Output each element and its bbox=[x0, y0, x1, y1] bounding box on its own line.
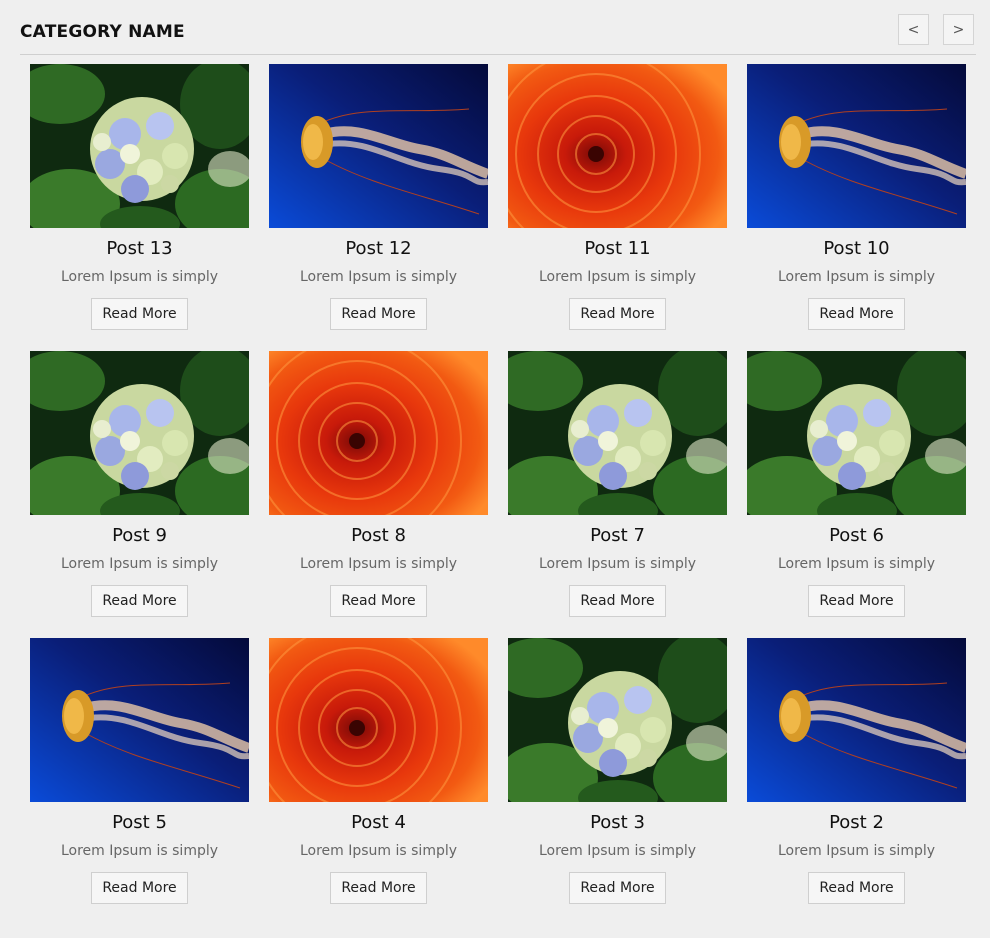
post-card: Post 11 Lorem Ipsum is simply Read More bbox=[508, 64, 727, 351]
post-excerpt: Lorem Ipsum is simply bbox=[538, 843, 697, 859]
post-excerpt: Lorem Ipsum is simply bbox=[777, 269, 936, 285]
post-excerpt: Lorem Ipsum is simply bbox=[299, 843, 458, 859]
read-more-button[interactable]: Read More bbox=[808, 872, 905, 904]
chrysanthemum-image[interactable] bbox=[508, 64, 727, 228]
read-more-button[interactable]: Read More bbox=[808, 585, 905, 617]
post-excerpt: Lorem Ipsum is simply bbox=[299, 556, 458, 572]
post-card: Post 5 Lorem Ipsum is simply Read More bbox=[30, 638, 249, 925]
post-excerpt: Lorem Ipsum is simply bbox=[538, 269, 697, 285]
post-excerpt: Lorem Ipsum is simply bbox=[60, 843, 219, 859]
post-title[interactable]: Post 13 bbox=[30, 238, 249, 260]
post-card: Post 10 Lorem Ipsum is simply Read More bbox=[747, 64, 966, 351]
post-title[interactable]: Post 6 bbox=[747, 525, 966, 547]
next-button[interactable]: > bbox=[943, 14, 974, 45]
post-title[interactable]: Post 9 bbox=[30, 525, 249, 547]
post-card: Post 13 Lorem Ipsum is simply Read More bbox=[30, 64, 249, 351]
chevron-left-icon: < bbox=[907, 21, 920, 38]
read-more-button[interactable]: Read More bbox=[91, 298, 188, 330]
post-card: Post 3 Lorem Ipsum is simply Read More bbox=[508, 638, 727, 925]
hydrangea-image[interactable] bbox=[747, 351, 966, 515]
read-more-button[interactable]: Read More bbox=[569, 298, 666, 330]
read-more-button[interactable]: Read More bbox=[569, 872, 666, 904]
hydrangea-image[interactable] bbox=[30, 351, 249, 515]
post-card: Post 4 Lorem Ipsum is simply Read More bbox=[269, 638, 488, 925]
post-card: Post 8 Lorem Ipsum is simply Read More bbox=[269, 351, 488, 638]
post-card: Post 7 Lorem Ipsum is simply Read More bbox=[508, 351, 727, 638]
post-grid: Post 13 Lorem Ipsum is simply Read More … bbox=[30, 64, 966, 925]
chevron-right-icon: > bbox=[952, 21, 965, 38]
jellyfish-image[interactable] bbox=[747, 64, 966, 228]
post-title[interactable]: Post 4 bbox=[269, 812, 488, 834]
read-more-button[interactable]: Read More bbox=[808, 298, 905, 330]
post-title[interactable]: Post 12 bbox=[269, 238, 488, 260]
read-more-button[interactable]: Read More bbox=[330, 298, 427, 330]
post-card: Post 6 Lorem Ipsum is simply Read More bbox=[747, 351, 966, 638]
post-title[interactable]: Post 8 bbox=[269, 525, 488, 547]
post-card: Post 2 Lorem Ipsum is simply Read More bbox=[747, 638, 966, 925]
hydrangea-image[interactable] bbox=[508, 351, 727, 515]
prev-button[interactable]: < bbox=[898, 14, 929, 45]
post-excerpt: Lorem Ipsum is simply bbox=[299, 269, 458, 285]
read-more-button[interactable]: Read More bbox=[330, 585, 427, 617]
jellyfish-image[interactable] bbox=[30, 638, 249, 802]
category-title: CATEGORY NAME bbox=[20, 22, 185, 42]
chrysanthemum-image[interactable] bbox=[269, 351, 488, 515]
hydrangea-image[interactable] bbox=[30, 64, 249, 228]
post-title[interactable]: Post 5 bbox=[30, 812, 249, 834]
read-more-button[interactable]: Read More bbox=[91, 585, 188, 617]
jellyfish-image[interactable] bbox=[747, 638, 966, 802]
read-more-button[interactable]: Read More bbox=[569, 585, 666, 617]
post-title[interactable]: Post 10 bbox=[747, 238, 966, 260]
post-card: Post 9 Lorem Ipsum is simply Read More bbox=[30, 351, 249, 638]
chrysanthemum-image[interactable] bbox=[269, 638, 488, 802]
post-title[interactable]: Post 3 bbox=[508, 812, 727, 834]
post-excerpt: Lorem Ipsum is simply bbox=[777, 556, 936, 572]
post-title[interactable]: Post 7 bbox=[508, 525, 727, 547]
post-excerpt: Lorem Ipsum is simply bbox=[60, 556, 219, 572]
hydrangea-image[interactable] bbox=[508, 638, 727, 802]
jellyfish-image[interactable] bbox=[269, 64, 488, 228]
category-header: CATEGORY NAME < > bbox=[20, 14, 976, 55]
post-card: Post 12 Lorem Ipsum is simply Read More bbox=[269, 64, 488, 351]
post-excerpt: Lorem Ipsum is simply bbox=[538, 556, 697, 572]
read-more-button[interactable]: Read More bbox=[330, 872, 427, 904]
post-title[interactable]: Post 11 bbox=[508, 238, 727, 260]
post-excerpt: Lorem Ipsum is simply bbox=[777, 843, 936, 859]
post-excerpt: Lorem Ipsum is simply bbox=[60, 269, 219, 285]
post-title[interactable]: Post 2 bbox=[747, 812, 966, 834]
read-more-button[interactable]: Read More bbox=[91, 872, 188, 904]
